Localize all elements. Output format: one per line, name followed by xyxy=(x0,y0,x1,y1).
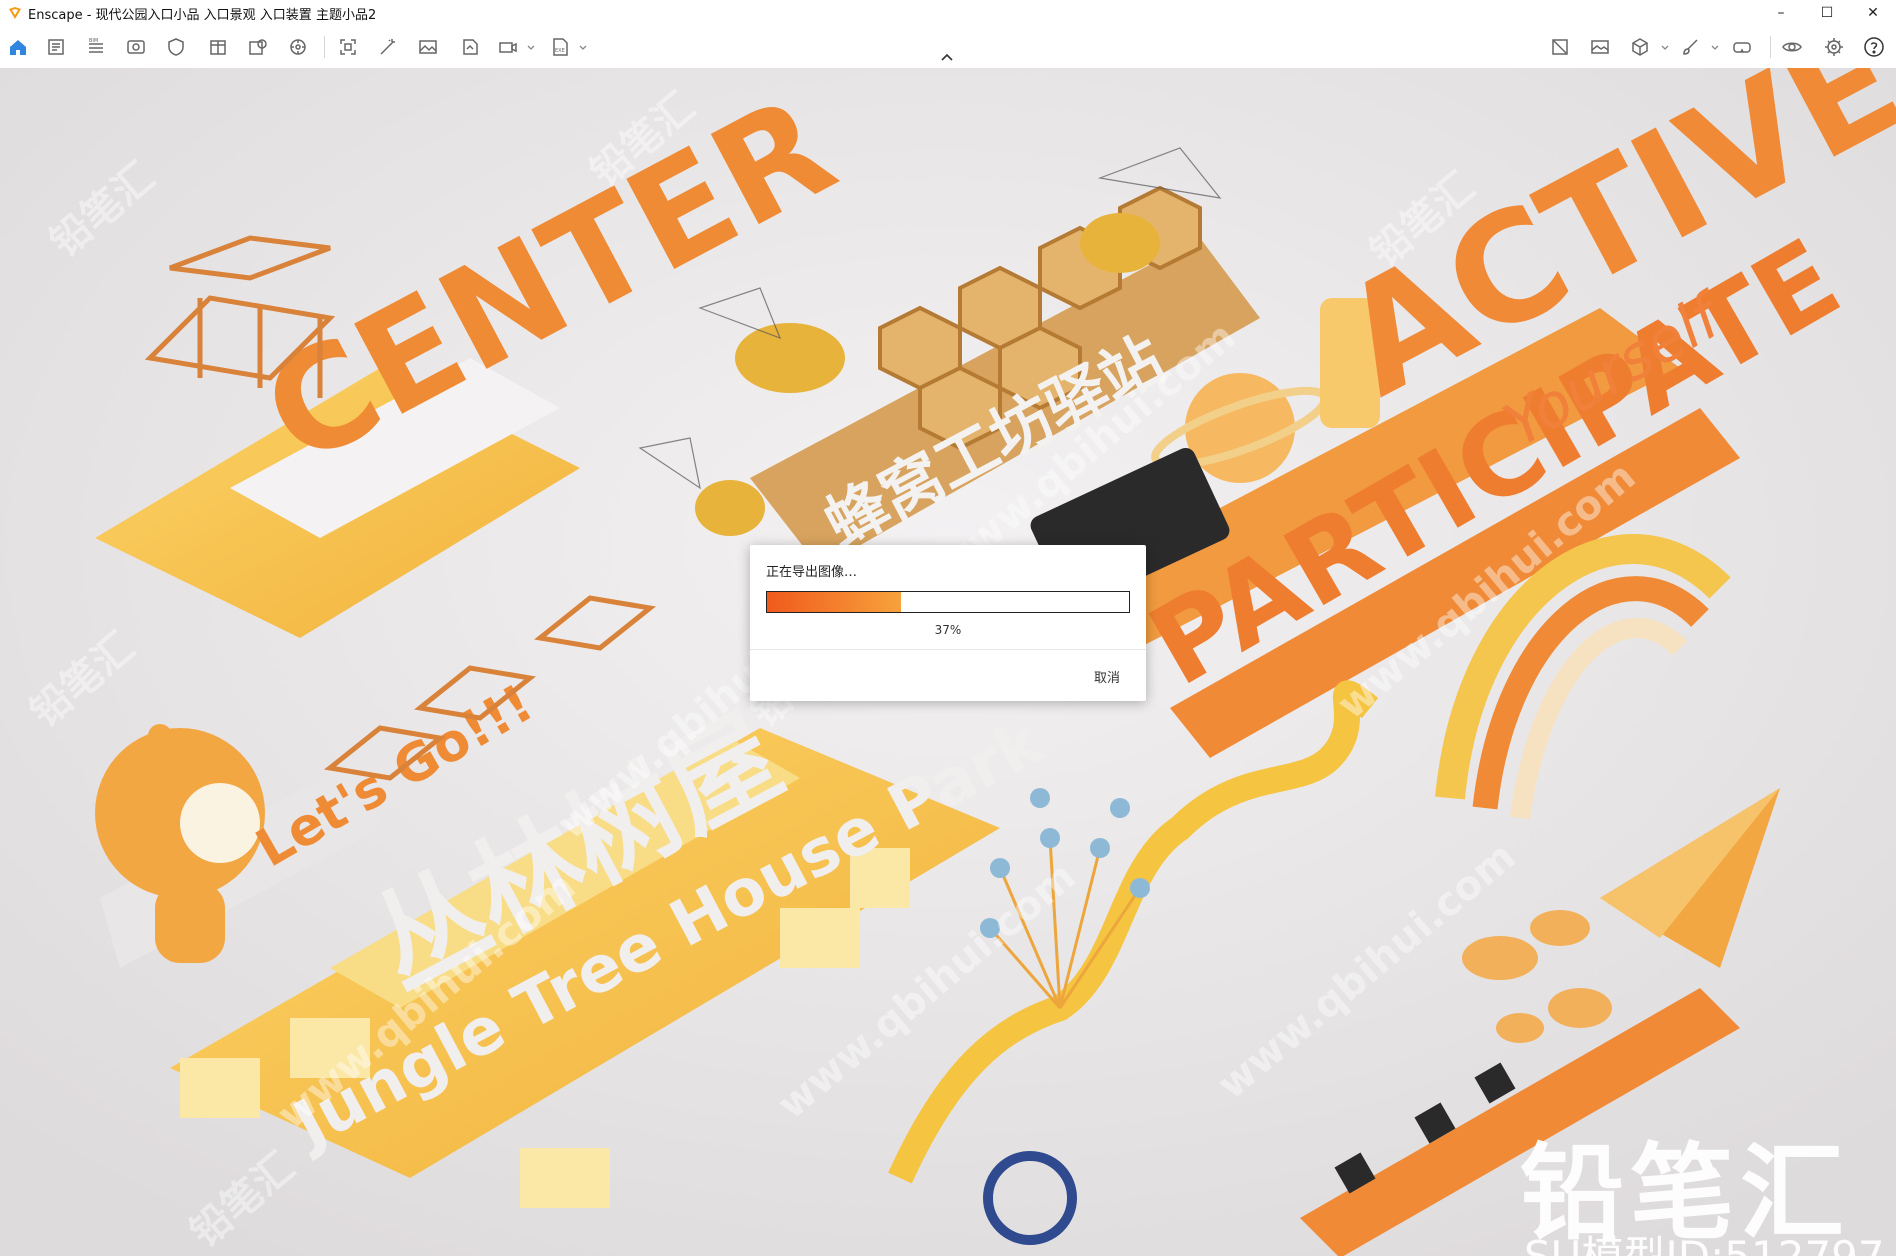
chevron-down-icon[interactable] xyxy=(526,43,536,53)
title-bar: Enscape - 现代公园入口小品 入口景观 入口装置 主题小品2 – ☐ ✕ xyxy=(0,0,1896,26)
asset-library-icon[interactable] xyxy=(44,35,68,59)
cube-icon[interactable] xyxy=(1628,35,1652,59)
dialog-divider xyxy=(750,649,1146,650)
view-icon[interactable] xyxy=(124,35,148,59)
batch-render-icon[interactable] xyxy=(246,35,270,59)
minimize-button[interactable]: – xyxy=(1758,0,1804,26)
help-icon[interactable] xyxy=(1862,35,1886,59)
dialog-title: 正在导出图像… xyxy=(766,565,858,580)
gear-icon[interactable] xyxy=(1822,35,1846,59)
image-icon[interactable] xyxy=(416,35,440,59)
chevron-down-icon[interactable] xyxy=(578,43,588,53)
svg-text:BIM: BIM xyxy=(89,38,98,44)
toolbar-separator xyxy=(1770,36,1771,58)
no-map-icon[interactable] xyxy=(1548,35,1572,59)
chevron-down-icon[interactable] xyxy=(1710,43,1720,53)
cancel-button[interactable]: 取消 xyxy=(1094,667,1120,686)
video-icon[interactable] xyxy=(496,35,520,59)
settings-wheel-icon[interactable] xyxy=(286,35,310,59)
maximize-button[interactable]: ☐ xyxy=(1804,0,1850,26)
enscape-logo-icon xyxy=(9,7,21,19)
progress-bar xyxy=(766,591,1130,613)
brush-icon[interactable] xyxy=(1678,35,1702,59)
export-progress-dialog: 正在导出图像… 37% 取消 xyxy=(750,545,1146,701)
chevron-down-icon[interactable] xyxy=(1660,43,1670,53)
window-title: Enscape - 现代公园入口小品 入口景观 入口装置 主题小品2 xyxy=(28,7,377,23)
brand-model-id: SU模型ID:512797 xyxy=(1524,1223,1885,1256)
close-button[interactable]: ✕ xyxy=(1850,0,1896,26)
progress-bar-fill xyxy=(767,592,901,612)
home-icon[interactable] xyxy=(6,35,30,59)
vr-headset-icon[interactable] xyxy=(1730,35,1754,59)
toolbar-separator xyxy=(324,36,325,58)
bim-icon[interactable]: BIM xyxy=(84,35,108,59)
eye-icon[interactable] xyxy=(1780,35,1804,59)
book-icon[interactable] xyxy=(206,35,230,59)
image-settings-icon[interactable] xyxy=(1588,35,1612,59)
svg-text:EXE: EXE xyxy=(555,48,565,54)
exe-export-icon[interactable]: EXE xyxy=(548,35,572,59)
collapse-toolbar-icon[interactable] xyxy=(940,52,954,62)
toolbar: BIM EXE xyxy=(0,26,1896,69)
magic-icon[interactable] xyxy=(376,35,400,59)
window-controls: – ☐ ✕ xyxy=(1758,0,1896,26)
shield-icon[interactable] xyxy=(164,35,188,59)
screenshot-icon[interactable] xyxy=(336,35,360,59)
progress-percent: 37% xyxy=(934,623,962,637)
panorama-icon[interactable] xyxy=(458,35,482,59)
